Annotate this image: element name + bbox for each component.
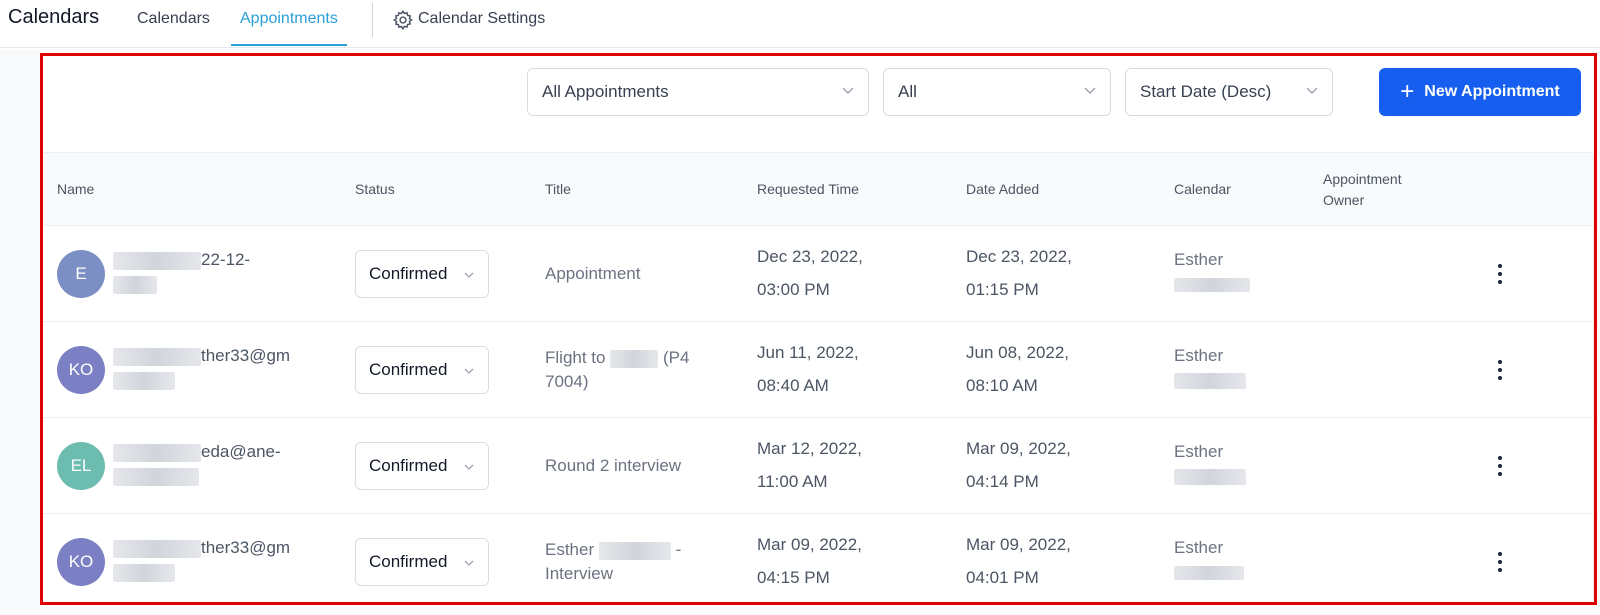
redacted-text: [113, 443, 201, 462]
redacted-text: [113, 563, 175, 582]
chevron-down-icon: [464, 368, 474, 374]
avatar: EL: [57, 442, 105, 490]
status-select[interactable]: Confirmed: [355, 442, 489, 490]
chevron-down-icon: [464, 560, 474, 566]
date-added: Mar 09, 2022, 04:01 PM: [966, 535, 1071, 587]
chevron-down-icon: [1306, 87, 1318, 94]
appointment-title: Esther - Interview: [545, 540, 682, 583]
new-appointment-label: New Appointment: [1424, 83, 1560, 100]
status-select[interactable]: Confirmed: [355, 538, 489, 586]
table-row[interactable]: EL eda@ane- Confirmed Round 2 interview …: [43, 418, 1593, 514]
calendar-name: Esther: [1174, 248, 1250, 296]
appointments-panel: All Appointments All Start Date (Desc) +…: [40, 53, 1597, 605]
new-appointment-button[interactable]: + New Appointment: [1379, 68, 1581, 116]
date-added: Dec 23, 2022, 01:15 PM: [966, 247, 1072, 299]
column-requested-time[interactable]: Requested Time: [757, 179, 859, 200]
redacted-text: [598, 541, 671, 560]
column-status[interactable]: Status: [355, 179, 395, 200]
tab-calendars[interactable]: Calendars: [137, 10, 210, 46]
date-added: Jun 08, 2022, 08:10 AM: [966, 343, 1070, 395]
more-options-icon[interactable]: [1488, 262, 1512, 286]
requested-time: Jun 11, 2022, 08:40 AM: [757, 343, 859, 395]
more-options-icon[interactable]: [1488, 550, 1512, 574]
gear-icon[interactable]: [392, 9, 414, 31]
appointment-title: Appointment: [545, 264, 641, 283]
app-title: Calendars: [8, 6, 100, 28]
column-appointment-owner[interactable]: Appointment Owner: [1323, 169, 1423, 211]
table-row[interactable]: KO ther33@gm Confirmed Esther - Intervie…: [43, 514, 1593, 602]
redacted-text: [1174, 372, 1246, 389]
requested-time: Dec 23, 2022, 03:00 PM: [757, 247, 863, 299]
redacted-text: [113, 371, 175, 390]
avatar: E: [57, 250, 105, 298]
chevron-down-icon: [1084, 87, 1096, 94]
avatar: KO: [57, 346, 105, 394]
nav-divider: [372, 3, 373, 37]
sort-value: Start Date (Desc): [1140, 82, 1272, 101]
requested-time: Mar 09, 2022, 04:15 PM: [757, 535, 862, 587]
contact-name[interactable]: eda@ane-: [113, 440, 313, 488]
more-options-icon[interactable]: [1488, 358, 1512, 382]
table-row[interactable]: E 22-12- Confirmed Appointment Dec 23, 2…: [43, 226, 1593, 322]
redacted-text: [1174, 565, 1244, 580]
contact-name[interactable]: 22-12-: [113, 248, 313, 296]
table-header: Name Status Title Requested Time Date Ad…: [43, 153, 1593, 226]
requested-time: Mar 12, 2022, 11:00 AM: [757, 439, 862, 491]
redacted-text: [1174, 468, 1246, 485]
redacted-text: [610, 349, 659, 368]
status-filter-select[interactable]: All: [883, 68, 1111, 116]
plus-icon: +: [1400, 78, 1415, 105]
more-options-icon[interactable]: [1488, 454, 1512, 478]
column-title[interactable]: Title: [545, 179, 571, 200]
redacted-text: [1174, 277, 1250, 292]
sort-select[interactable]: Start Date (Desc): [1125, 68, 1333, 116]
tab-appointments[interactable]: Appointments: [231, 10, 347, 46]
appointment-title: Flight to (P4 7004): [545, 348, 690, 391]
contact-name[interactable]: ther33@gm: [113, 344, 313, 392]
chevron-down-icon: [464, 272, 474, 278]
date-added: Mar 09, 2022, 04:14 PM: [966, 439, 1071, 491]
chevron-down-icon: [842, 87, 854, 94]
status-select[interactable]: Confirmed: [355, 250, 489, 298]
appointments-filter-select[interactable]: All Appointments: [527, 68, 869, 116]
status-filter-value: All: [898, 82, 917, 101]
status-select[interactable]: Confirmed: [355, 346, 489, 394]
calendar-name: Esther: [1174, 536, 1244, 584]
redacted-text: [113, 539, 201, 558]
column-calendar[interactable]: Calendar: [1174, 179, 1231, 200]
appointment-title: Round 2 interview: [545, 456, 682, 475]
chevron-down-icon: [464, 464, 474, 470]
calendar-name: Esther: [1174, 440, 1246, 488]
redacted-text: [113, 275, 157, 294]
column-name[interactable]: Name: [57, 179, 94, 200]
top-navigation: Calendars Calendars Appointments Calenda…: [0, 0, 1600, 48]
contact-name[interactable]: ther33@gm: [113, 536, 313, 584]
redacted-text: [113, 251, 201, 270]
redacted-text: [113, 467, 199, 486]
appointments-filter-value: All Appointments: [542, 82, 669, 101]
appointments-table: Name Status Title Requested Time Date Ad…: [43, 152, 1594, 602]
calendar-settings-link[interactable]: Calendar Settings: [418, 10, 545, 46]
avatar: KO: [57, 538, 105, 586]
column-date-added[interactable]: Date Added: [966, 179, 1039, 200]
calendar-name: Esther: [1174, 344, 1246, 392]
table-row[interactable]: KO ther33@gm Confirmed Flight to (P4 700…: [43, 322, 1593, 418]
redacted-text: [113, 347, 201, 366]
